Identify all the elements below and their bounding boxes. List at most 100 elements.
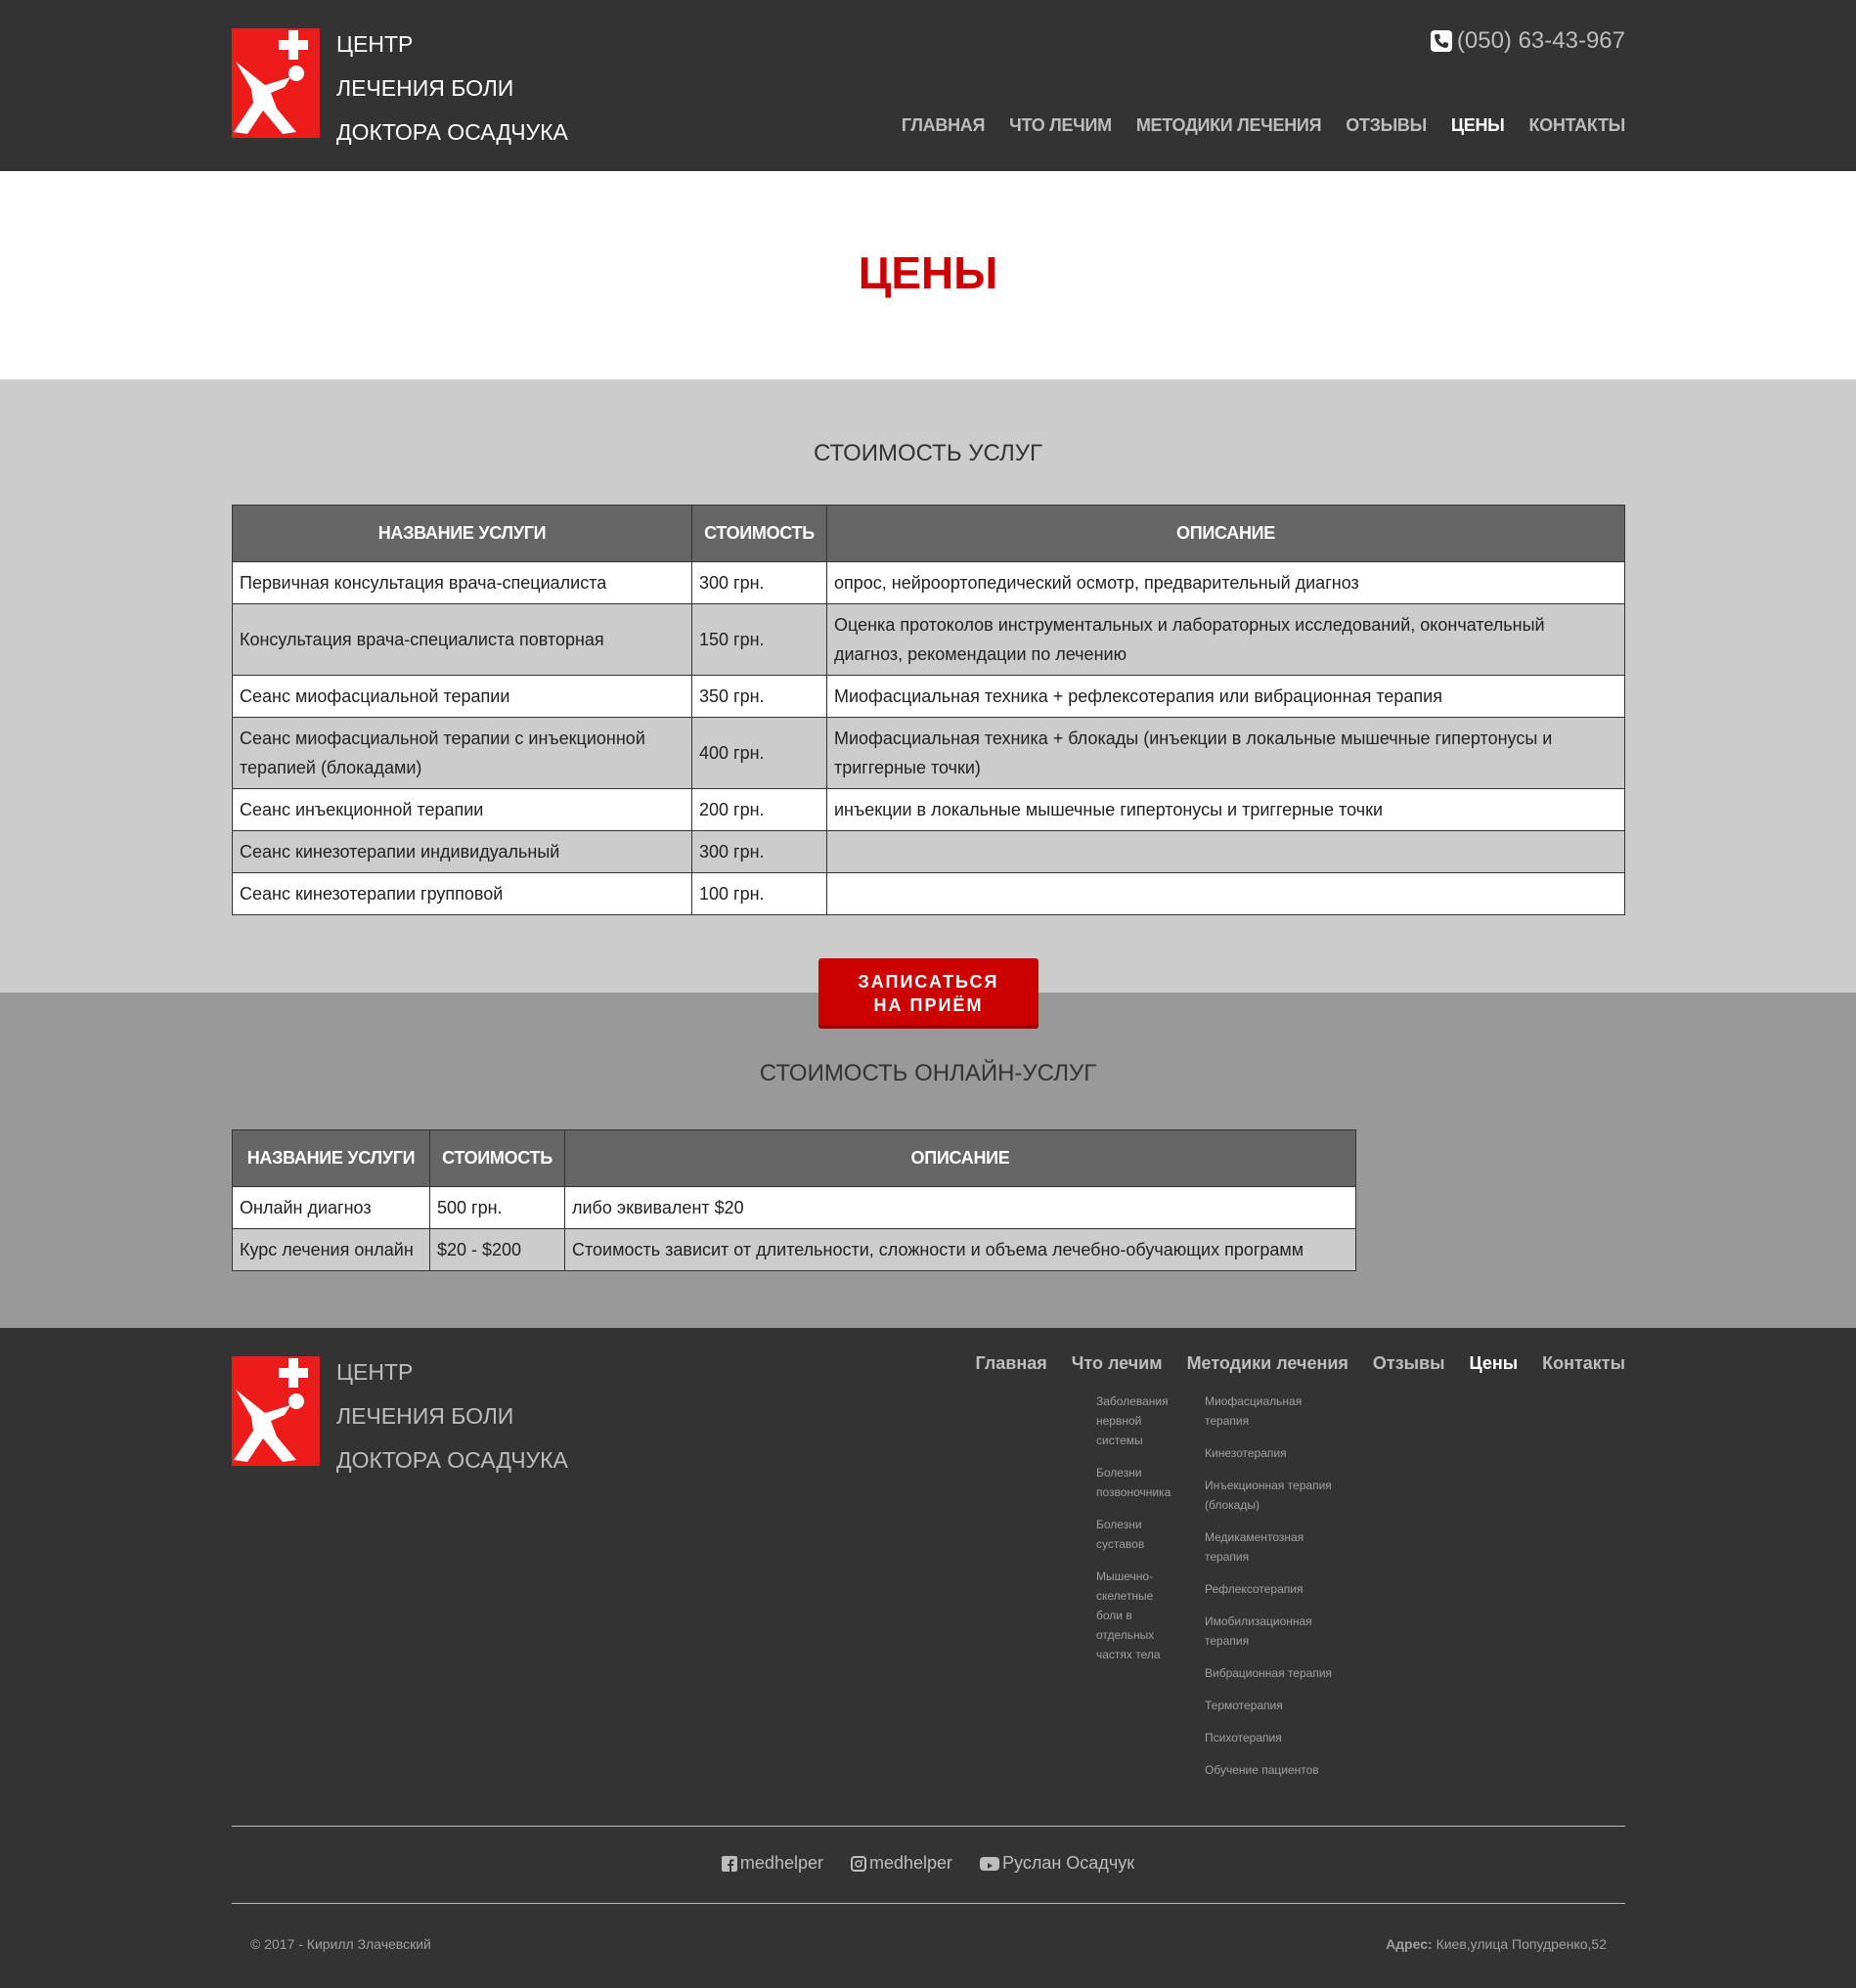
footer-methods-list: Миофасциальная терапия Кинезотерапия Инъ…	[1205, 1392, 1342, 1792]
service-price: 150 грн.	[691, 603, 827, 676]
footer-logo[interactable]: ЦЕНТР ЛЕЧЕНИЯ БОЛИ ДОКТОРА ОСАДЧУКА	[232, 1356, 568, 1482]
footer-link[interactable]: Медикаментозная терапия	[1205, 1527, 1342, 1567]
footer-link[interactable]: Психотерапия	[1205, 1728, 1342, 1747]
service-price: 300 грн.	[691, 561, 827, 604]
service-desc: Оценка протоколов инструментальных и лаб…	[826, 603, 1625, 676]
table-row: Сеанс кинезотерапии групповой 100 грн.	[232, 872, 1625, 915]
facebook-link[interactable]: medhelper	[721, 1853, 823, 1874]
table-row: Сеанс кинезотерапии индивидуальный 300 г…	[232, 830, 1625, 873]
button-line: НА ПРИЁМ	[873, 995, 984, 1015]
service-desc: инъекции в локальные мышечные гипертонус…	[826, 788, 1625, 831]
column-header: СТОИМОСТЬ	[429, 1129, 565, 1187]
logo-text: ЦЕНТР ЛЕЧЕНИЯ БОЛИ ДОКТОРА ОСАДЧУКА	[336, 22, 568, 155]
footer-nav-prices[interactable]: Цены	[1469, 1353, 1518, 1374]
online-services-table: НАЗВАНИЕ УСЛУГИ СТОИМОСТЬ ОПИСАНИЕ Онлай…	[232, 1129, 1356, 1271]
column-header: ОПИСАНИЕ	[564, 1129, 1356, 1187]
footer-divider	[232, 1826, 1625, 1827]
service-price: 500 грн.	[429, 1186, 565, 1229]
service-name: Консультация врача-специалиста повторная	[232, 603, 692, 676]
nav-what-we-treat[interactable]: ЧТО ЛЕЧИМ	[1009, 115, 1112, 136]
phone-link[interactable]: (050) 63-43-967	[1430, 27, 1625, 55]
footer-nav-home[interactable]: Главная	[976, 1353, 1047, 1374]
column-header: ОПИСАНИЕ	[826, 505, 1625, 562]
services-heading: СТОИМОСТЬ УСЛУГ	[813, 440, 1043, 466]
table-row: Сеанс миофасциальной терапии 350 грн. Ми…	[232, 675, 1625, 718]
service-name[interactable]: Онлайн диагноз	[232, 1186, 430, 1229]
logo-line: ДОКТОРА ОСАДЧУКА	[336, 1447, 568, 1473]
copyright: © 2017 - Кирилл Злачевский	[250, 1936, 431, 1952]
service-desc[interactable]: Миофасциальная техника + блокады (инъекц…	[826, 717, 1625, 789]
table-row: Курс лечения онлайн $20 - $200 Стоимость…	[232, 1228, 1356, 1271]
services-table: НАЗВАНИЕ УСЛУГИ СТОИМОСТЬ ОПИСАНИЕ Перви…	[232, 505, 1625, 915]
button-line: ЗАПИСАТЬСЯ	[858, 972, 999, 992]
table-row: Первичная консультация врача-специалиста…	[232, 561, 1625, 604]
footer-nav-methods[interactable]: Методики лечения	[1187, 1353, 1348, 1374]
footer-treat-list: Заболевания нервной системы Болезни позв…	[1096, 1392, 1176, 1677]
footer-link[interactable]: Рефлексотерапия	[1205, 1579, 1342, 1599]
service-name[interactable]: Сеанс кинезотерапии групповой	[232, 872, 692, 915]
page-title-section: ЦЕНЫ	[0, 171, 1856, 379]
nav-reviews[interactable]: ОТЗЫВЫ	[1346, 115, 1427, 136]
youtube-link[interactable]: Руслан Осадчук	[980, 1853, 1134, 1874]
footer-link[interactable]: Кинезотерапия	[1205, 1443, 1342, 1463]
address-label: Адрес:	[1386, 1936, 1433, 1952]
footer-link[interactable]: Обучение пациентов	[1205, 1760, 1342, 1780]
address: Адрес: Киев,улица Попудренко,52	[1386, 1936, 1607, 1952]
phone-icon	[1430, 30, 1452, 52]
logo-line: ЛЕЧЕНИЯ БОЛИ	[336, 1403, 514, 1429]
header-logo[interactable]: ЦЕНТР ЛЕЧЕНИЯ БОЛИ ДОКТОРА ОСАДЧУКА	[232, 28, 568, 155]
service-desc	[826, 830, 1625, 873]
footer-nav-contacts[interactable]: Контакты	[1542, 1353, 1625, 1374]
footer-nav: Главная Что лечим Методики лечения Отзыв…	[976, 1353, 1625, 1374]
service-desc: либо эквивалент $20	[564, 1186, 1356, 1229]
nav-methods[interactable]: МЕТОДИКИ ЛЕЧЕНИЯ	[1136, 115, 1322, 136]
nav-home[interactable]: ГЛАВНАЯ	[902, 115, 986, 136]
logo-text: ЦЕНТР ЛЕЧЕНИЯ БОЛИ ДОКТОРА ОСАДЧУКА	[336, 1350, 568, 1482]
service-desc[interactable]: Миофасциальная техника + рефлексотерапия…	[826, 675, 1625, 718]
site-header: ЦЕНТР ЛЕЧЕНИЯ БОЛИ ДОКТОРА ОСАДЧУКА (050…	[0, 0, 1856, 171]
nav-prices[interactable]: ЦЕНЫ	[1451, 115, 1505, 136]
table-row: Сеанс инъекционной терапии 200 грн. инъе…	[232, 788, 1625, 831]
social-links: medhelper medhelper Руслан Осадчук	[0, 1853, 1856, 1874]
service-name[interactable]: Сеанс инъекционной терапии	[232, 788, 692, 831]
footer-link[interactable]: Вибрационная терапия	[1205, 1663, 1342, 1683]
column-header: СТОИМОСТЬ	[691, 505, 827, 562]
footer-link[interactable]: Термотерапия	[1205, 1696, 1342, 1715]
service-price: 200 грн.	[691, 788, 827, 831]
nav-contacts[interactable]: КОНТАКТЫ	[1529, 115, 1626, 136]
service-desc: Стоимость зависит от длительности, сложн…	[564, 1228, 1356, 1271]
service-name[interactable]: Сеанс миофасциальной терапии с инъекцион…	[232, 717, 692, 789]
service-name[interactable]: Сеанс миофасциальной терапии	[232, 675, 692, 718]
service-name: Первичная консультация врача-специалиста	[232, 561, 692, 604]
footer-nav-reviews[interactable]: Отзывы	[1373, 1353, 1445, 1374]
footer-nav-what-we-treat[interactable]: Что лечим	[1072, 1353, 1163, 1374]
service-name[interactable]: Курс лечения онлайн	[232, 1228, 430, 1271]
column-header: НАЗВАНИЕ УСЛУГИ	[232, 1129, 430, 1187]
footer-link[interactable]: Заболевания нервной системы	[1096, 1392, 1176, 1450]
service-price: 350 грн.	[691, 675, 827, 718]
instagram-link[interactable]: medhelper	[850, 1853, 953, 1874]
social-label: medhelper	[868, 1853, 953, 1873]
social-label: Руслан Осадчук	[1002, 1853, 1135, 1873]
footer-link[interactable]: Мышечно-скелетные боли в отдельных частя…	[1096, 1567, 1176, 1664]
service-desc: опрос, нейроортопедический осмотр, предв…	[826, 561, 1625, 604]
footer-link[interactable]: Инъекционная терапия (блокады)	[1205, 1476, 1342, 1515]
book-appointment-button[interactable]: ЗАПИСАТЬСЯ НА ПРИЁМ	[818, 958, 1038, 1029]
column-header: НАЗВАНИЕ УСЛУГИ	[232, 505, 692, 562]
service-name[interactable]: Сеанс кинезотерапии индивидуальный	[232, 830, 692, 873]
footer-link[interactable]: Миофасциальная терапия	[1205, 1392, 1342, 1431]
instagram-icon	[850, 1855, 866, 1872]
logo-line: ЦЕНТР	[336, 31, 414, 57]
footer-link[interactable]: Болезни суставов	[1096, 1515, 1176, 1554]
table-row: Сеанс миофасциальной терапии с инъекцион…	[232, 717, 1625, 789]
social-label: medhelper	[739, 1853, 823, 1873]
logo-icon	[232, 1356, 320, 1466]
service-price: 300 грн.	[691, 830, 827, 873]
logo-line: ЛЕЧЕНИЯ БОЛИ	[336, 75, 514, 101]
logo-icon	[232, 28, 320, 138]
footer-link[interactable]: Имобилизационная терапия	[1205, 1612, 1342, 1651]
logo-line: ДОКТОРА ОСАДЧУКА	[336, 119, 568, 145]
service-price: 400 грн.	[691, 717, 827, 789]
phone-number: (050) 63-43-967	[1456, 27, 1625, 54]
footer-link[interactable]: Болезни позвоночника	[1096, 1463, 1176, 1502]
